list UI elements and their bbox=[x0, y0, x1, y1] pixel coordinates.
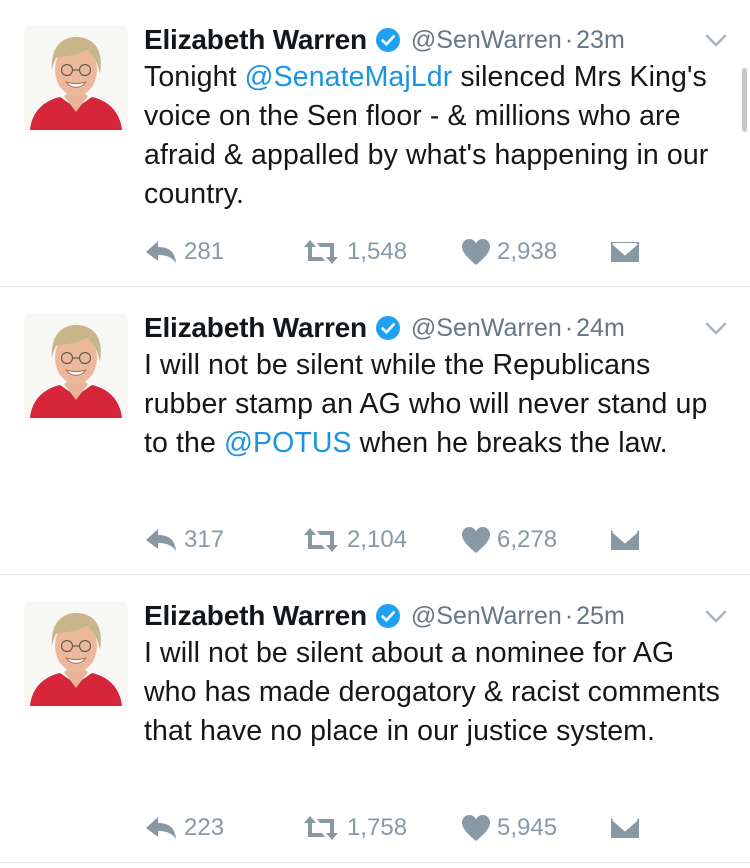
heart-icon bbox=[461, 814, 491, 842]
like-count: 6,278 bbox=[497, 526, 558, 553]
direct-message-button[interactable] bbox=[609, 524, 641, 556]
tweet-text: I will not be silent about a nominee for… bbox=[144, 634, 734, 751]
retweet-button[interactable]: 2,104 bbox=[301, 524, 407, 556]
reply-button[interactable]: 281 bbox=[144, 236, 224, 268]
like-button[interactable]: 2,938 bbox=[461, 236, 557, 268]
author-handle[interactable]: @SenWarren bbox=[411, 602, 562, 631]
tweet-card[interactable]: Elizabeth Warren @SenWarren · 23m Tonigh… bbox=[0, 0, 750, 287]
avatar[interactable] bbox=[24, 314, 128, 418]
separator-dot: · bbox=[564, 313, 574, 342]
separator-dot: · bbox=[564, 601, 574, 630]
verified-badge-icon bbox=[375, 315, 401, 341]
author-name[interactable]: Elizabeth Warren bbox=[144, 24, 367, 56]
avatar[interactable] bbox=[24, 26, 128, 130]
chevron-down-icon[interactable] bbox=[704, 609, 728, 625]
text-segment: when he breaks the law. bbox=[351, 427, 668, 459]
direct-message-icon bbox=[609, 814, 641, 842]
like-count: 2,938 bbox=[497, 238, 558, 265]
retweet-icon bbox=[301, 526, 341, 554]
direct-message-icon bbox=[609, 526, 641, 554]
mention-link[interactable]: @SenateMajLdr bbox=[245, 61, 453, 93]
text-segment: Tonight bbox=[144, 61, 245, 93]
reply-button[interactable]: 317 bbox=[144, 524, 224, 556]
direct-message-button[interactable] bbox=[609, 812, 641, 844]
retweet-count: 1,548 bbox=[347, 238, 408, 265]
tweet-header: Elizabeth Warren @SenWarren · 23m bbox=[144, 20, 625, 60]
timestamp[interactable]: 24m bbox=[576, 314, 625, 343]
reply-count: 281 bbox=[184, 238, 225, 265]
direct-message-icon bbox=[609, 238, 641, 266]
author-name[interactable]: Elizabeth Warren bbox=[144, 312, 367, 344]
retweet-button[interactable]: 1,758 bbox=[301, 812, 407, 844]
heart-icon bbox=[461, 526, 491, 554]
retweet-count: 1,758 bbox=[347, 814, 408, 841]
reply-count: 317 bbox=[184, 526, 225, 553]
text-segment: I will not be silent about a nominee for… bbox=[144, 637, 720, 747]
tweet-header: Elizabeth Warren @SenWarren · 24m bbox=[144, 308, 625, 348]
reply-icon bbox=[144, 526, 178, 554]
tweet-text: I will not be silent while the Republica… bbox=[144, 346, 734, 463]
retweet-icon bbox=[301, 814, 341, 842]
verified-badge-icon bbox=[375, 603, 401, 629]
mention-link[interactable]: @POTUS bbox=[224, 427, 352, 459]
tweet-text: Tonight @SenateMajLdr silenced Mrs King'… bbox=[144, 58, 734, 214]
reply-icon bbox=[144, 238, 178, 266]
scrollbar[interactable] bbox=[742, 68, 747, 132]
retweet-button[interactable]: 1,548 bbox=[301, 236, 407, 268]
tweet-header: Elizabeth Warren @SenWarren · 25m bbox=[144, 596, 625, 636]
retweet-icon bbox=[301, 238, 341, 266]
like-count: 5,945 bbox=[497, 814, 558, 841]
verified-badge-icon bbox=[375, 27, 401, 53]
heart-icon bbox=[461, 238, 491, 266]
direct-message-button[interactable] bbox=[609, 236, 641, 268]
like-button[interactable]: 6,278 bbox=[461, 524, 557, 556]
author-handle[interactable]: @SenWarren bbox=[411, 314, 562, 343]
chevron-down-icon[interactable] bbox=[704, 33, 728, 49]
separator-dot: · bbox=[564, 25, 574, 54]
timestamp[interactable]: 23m bbox=[576, 26, 625, 55]
tweet-card[interactable]: Elizabeth Warren @SenWarren · 24m I will… bbox=[0, 288, 750, 575]
author-handle[interactable]: @SenWarren bbox=[411, 26, 562, 55]
retweet-count: 2,104 bbox=[347, 526, 408, 553]
reply-button[interactable]: 223 bbox=[144, 812, 224, 844]
timestamp[interactable]: 25m bbox=[576, 602, 625, 631]
reply-count: 223 bbox=[184, 814, 225, 841]
reply-icon bbox=[144, 814, 178, 842]
author-name[interactable]: Elizabeth Warren bbox=[144, 600, 367, 632]
avatar[interactable] bbox=[24, 602, 128, 706]
chevron-down-icon[interactable] bbox=[704, 321, 728, 337]
tweet-card[interactable]: Elizabeth Warren @SenWarren · 25m I will… bbox=[0, 576, 750, 863]
like-button[interactable]: 5,945 bbox=[461, 812, 557, 844]
tweet-timeline: Elizabeth Warren @SenWarren · 23m Tonigh… bbox=[0, 0, 750, 868]
